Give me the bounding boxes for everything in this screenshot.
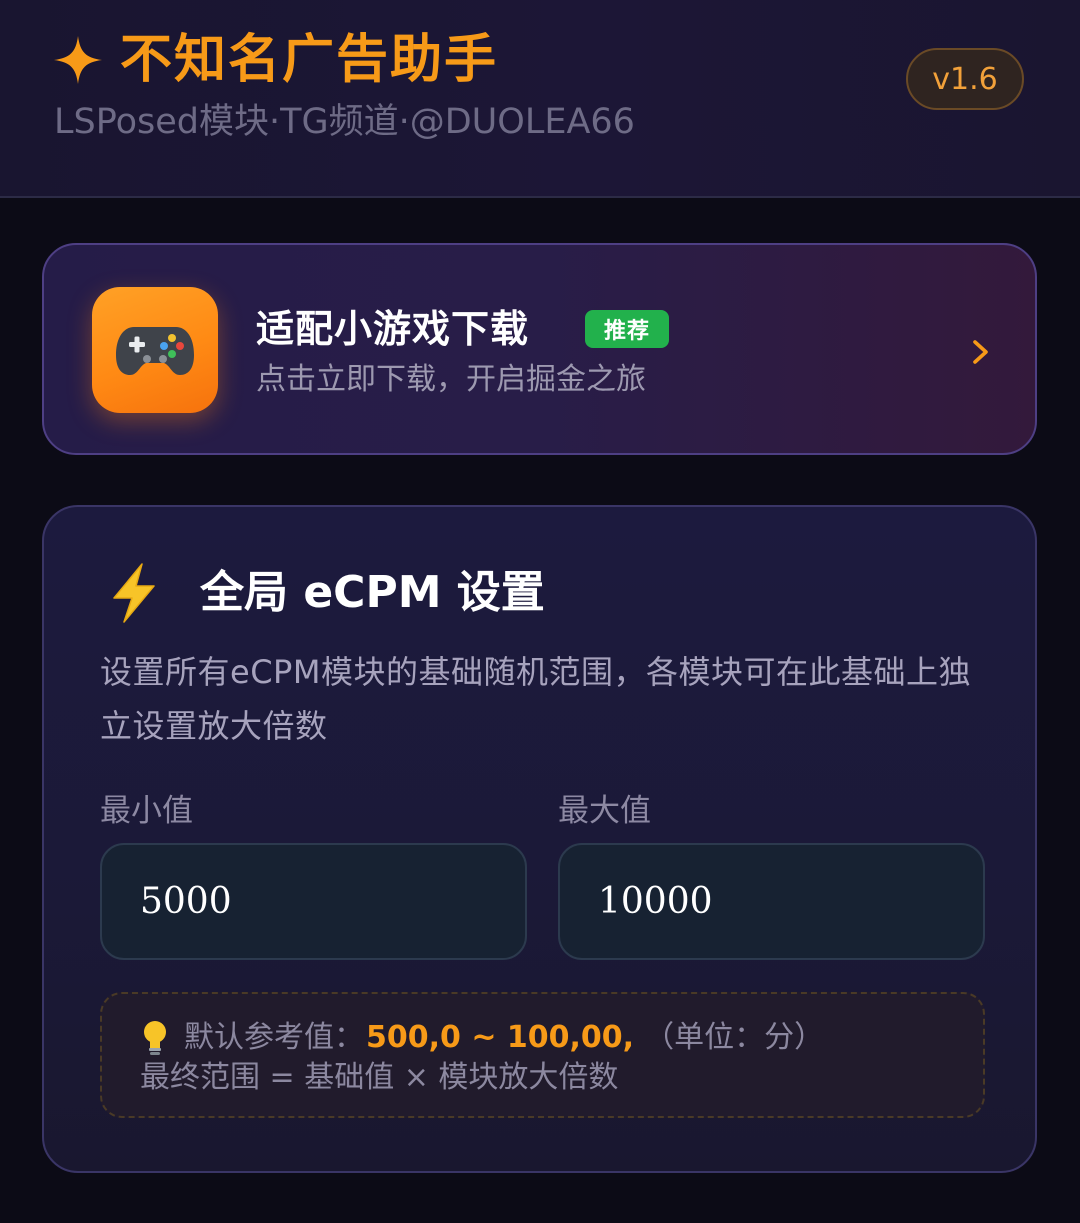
lightbulb-icon — [144, 1021, 166, 1055]
recommend-badge: 推荐 — [585, 310, 669, 348]
section-title: 全局 eCPM 设置 — [200, 567, 545, 618]
ecpm-settings-card: 全局 eCPM 设置 设置所有eCPM模块的基础随机范围，各模块可在此基础上独立… — [42, 505, 1037, 1173]
min-value-label: 最小值 — [100, 793, 193, 829]
hint-unit: （单位：分） — [644, 1020, 825, 1055]
app-subtitle: LSPosed模块·TG频道·@DUOLEA66 — [54, 102, 635, 142]
promo-title: 适配小游戏下载 — [256, 307, 530, 351]
promo-subtitle: 点击立即下载，开启掘金之旅 — [256, 362, 646, 397]
section-heading: 全局 eCPM 设置 — [106, 563, 545, 623]
game-download-card[interactable]: 适配小游戏下载 推荐 点击立即下载，开启掘金之旅 — [42, 243, 1037, 455]
max-value-input[interactable] — [558, 843, 985, 960]
hint-box: 默认参考值： 500,0 ~ 100,00, （单位：分） 最终范围 = 基础值… — [100, 992, 985, 1118]
game-icon-tile — [92, 287, 218, 413]
app-header: 不知名广告助手 LSPosed模块·TG频道·@DUOLEA66 v1.6 — [0, 0, 1080, 198]
max-value-label: 最大值 — [558, 793, 651, 829]
version-badge: v1.6 — [906, 48, 1024, 110]
section-description: 设置所有eCPM模块的基础随机范围，各模块可在此基础上独立设置放大倍数 — [100, 653, 971, 745]
sparkle-icon — [54, 36, 102, 84]
hint-default-value: 500,0 ~ 100,00, — [366, 1020, 635, 1055]
min-value-input[interactable] — [100, 843, 527, 960]
lightning-icon — [113, 563, 155, 623]
app-title-row: 不知名广告助手 — [52, 28, 498, 92]
hint-line: 默认参考值： 500,0 ~ 100,00, （单位：分） — [140, 1016, 824, 1060]
chevron-right-icon[interactable] — [970, 339, 992, 365]
gamepad-icon — [116, 327, 194, 375]
app-title: 不知名广告助手 — [120, 30, 499, 90]
hint-formula: 最终范围 = 基础值 × 模块放大倍数 — [140, 1060, 619, 1095]
hint-label: 默认参考值： — [184, 1020, 364, 1055]
